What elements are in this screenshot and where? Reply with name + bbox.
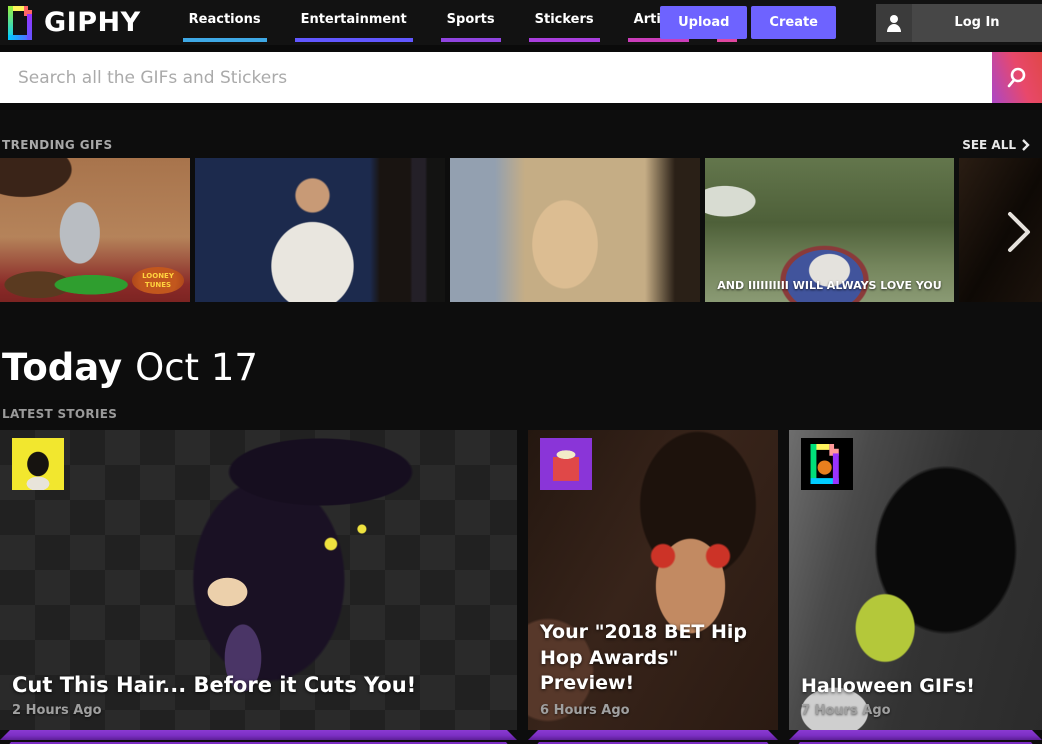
- nav-label: Reactions: [189, 12, 261, 27]
- story-avatar[interactable]: [801, 438, 853, 490]
- chevron-right-icon: [1021, 139, 1030, 151]
- story-meta: Cut This Hair... Before it Cuts You! 2 H…: [12, 673, 507, 718]
- story-cards: Cut This Hair... Before it Cuts You! 2 H…: [0, 430, 1042, 744]
- nav-underline: [183, 38, 267, 42]
- trending-title: TRENDING GIFS: [2, 138, 113, 152]
- story-title: Halloween GIFs!: [801, 675, 1032, 697]
- nav-sports[interactable]: Sports: [441, 0, 501, 45]
- nav-label: Entertainment: [301, 12, 407, 27]
- nav-label: Stickers: [535, 12, 594, 27]
- search-icon: [1005, 66, 1029, 90]
- trending-gif-chef[interactable]: [195, 158, 445, 302]
- giphy-logo[interactable]: GIPHY: [8, 6, 141, 40]
- nav-underline: [295, 38, 413, 42]
- create-button[interactable]: Create: [751, 6, 836, 39]
- today-date: Oct 17: [135, 346, 258, 389]
- story-card-halloween[interactable]: Halloween GIFs! 7 Hours Ago: [789, 430, 1042, 744]
- account-login[interactable]: Log In: [876, 4, 1042, 42]
- story-timestamp: 7 Hours Ago: [801, 703, 1032, 718]
- story-artwork: Your "2018 BET Hip Hop Awards" Preview! …: [528, 430, 778, 730]
- story-title: Your "2018 BET Hip Hop Awards" Preview!: [540, 620, 750, 697]
- search-bar: [0, 45, 1042, 110]
- trending-header: TRENDING GIFS SEE ALL: [2, 138, 1030, 152]
- chevron-right-icon: [1006, 210, 1032, 254]
- story-meta: Halloween GIFs! 7 Hours Ago: [801, 675, 1032, 718]
- nav-reactions[interactable]: Reactions: [183, 0, 267, 45]
- trending-gif-love-you[interactable]: AND IIIIIIIIII WILL ALWAYS LOVE YOU: [705, 158, 954, 302]
- giphy-home-page: GIPHY Reactions Entertainment Sports Sti…: [0, 0, 1042, 744]
- nav-underline: [529, 38, 600, 42]
- story-meta: Your "2018 BET Hip Hop Awards" Preview! …: [540, 620, 768, 718]
- trending-gif-blonde-woman[interactable]: [450, 158, 700, 302]
- user-icon: [876, 4, 912, 42]
- story-timestamp: 6 Hours Ago: [540, 703, 768, 718]
- login-label: Log In: [912, 4, 1042, 42]
- carousel-next-button[interactable]: [1002, 208, 1036, 256]
- story-title: Cut This Hair... Before it Cuts You!: [12, 673, 507, 697]
- story-stack-bar: [528, 730, 778, 740]
- nav-entertainment[interactable]: Entertainment: [295, 0, 413, 45]
- logo-wordmark: GIPHY: [44, 7, 141, 38]
- looney-tunes-badge: LOONEY TUNES: [132, 267, 184, 294]
- latest-stories-label: LATEST STORIES: [2, 407, 117, 421]
- main-nav: Reactions Entertainment Sports Stickers …: [183, 0, 737, 45]
- story-avatar[interactable]: [540, 438, 592, 490]
- story-avatar[interactable]: [12, 438, 64, 490]
- nav-stickers[interactable]: Stickers: [529, 0, 600, 45]
- giphy-pumpkin-icon: [810, 444, 844, 484]
- story-timestamp: 2 Hours Ago: [12, 703, 507, 718]
- nav-label: Sports: [447, 12, 495, 27]
- today-word: Today: [2, 346, 122, 389]
- header-actions: Upload Create Log In: [660, 0, 1042, 45]
- story-stack-bar: [789, 730, 1042, 740]
- today-heading: Today Oct 17: [2, 346, 258, 389]
- gif-caption: AND IIIIIIIIII WILL ALWAYS LOVE YOU: [705, 279, 954, 292]
- search-button[interactable]: [992, 52, 1042, 103]
- story-stack-bar: [0, 730, 517, 740]
- story-artwork: Halloween GIFs! 7 Hours Ago: [789, 430, 1042, 730]
- trending-carousel: LOONEY TUNES AND IIIIIIIIII WILL ALWAYS …: [0, 158, 1042, 302]
- story-card-cut-this-hair[interactable]: Cut This Hair... Before it Cuts You! 2 H…: [0, 430, 517, 744]
- trending-gif-bugs-bunny[interactable]: LOONEY TUNES: [0, 158, 190, 302]
- giphy-logo-icon: [8, 6, 36, 40]
- nav-underline: [441, 38, 501, 42]
- header: GIPHY Reactions Entertainment Sports Sti…: [0, 0, 1042, 45]
- see-all-link[interactable]: SEE ALL: [962, 138, 1030, 152]
- search-input[interactable]: [0, 52, 992, 103]
- upload-button[interactable]: Upload: [660, 6, 747, 39]
- story-card-bet-awards[interactable]: Your "2018 BET Hip Hop Awards" Preview! …: [528, 430, 778, 744]
- story-artwork: Cut This Hair... Before it Cuts You! 2 H…: [0, 430, 517, 730]
